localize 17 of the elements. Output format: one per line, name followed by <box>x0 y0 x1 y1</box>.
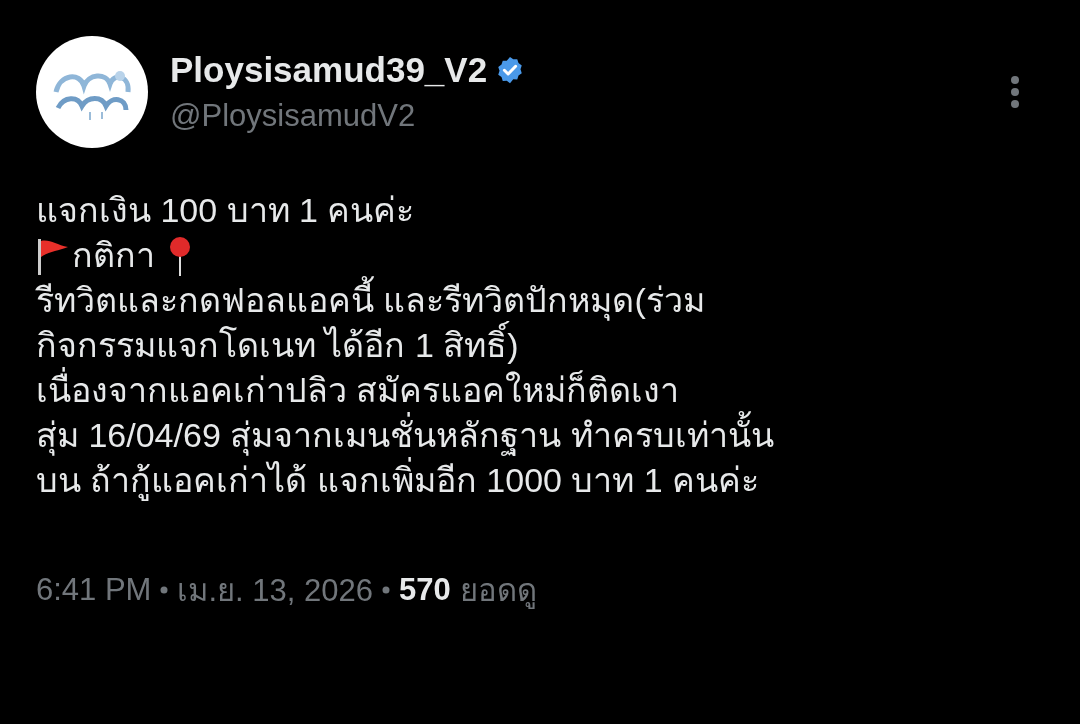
flag-icon <box>36 236 70 275</box>
post-text: เนื่องจากแอคเก่าปลิว สมัครแอคใหม่ก็ติดเงา <box>36 368 680 413</box>
separator-dot <box>160 586 169 594</box>
display-name[interactable]: Ploysisamud39_V2 <box>170 50 488 90</box>
post-date[interactable]: เม.ย. 13, 2026 <box>177 565 373 615</box>
post-text: สุ่ม 16/04/69 สุ่มจากเมนชั่นหลักฐาน ทำครบเท่านั้น <box>36 413 774 458</box>
post-text: กติกา <box>72 235 155 276</box>
post-time[interactable]: 6:41 PM <box>36 572 152 608</box>
post-text: กิจกรรมแจกโดเนท ได้อีก 1 สิทธิ์) <box>36 323 519 368</box>
post-text: แจกเงิน 100 บาท 1 คนค่ะ <box>36 190 415 231</box>
view-count: 570 <box>398 572 451 608</box>
username-handle[interactable]: @PloysisamudV2 <box>170 98 988 134</box>
views-label: ยอดดู <box>459 572 537 611</box>
more-options-icon[interactable] <box>1010 75 1020 109</box>
pushpin-icon <box>169 235 191 276</box>
post-text: บน ถ้ากู้แอคเก่าได้ แจกเพิ่มอีก 1000 บาท 1 คนค่ะ <box>36 458 760 503</box>
separator-dot <box>381 586 390 594</box>
